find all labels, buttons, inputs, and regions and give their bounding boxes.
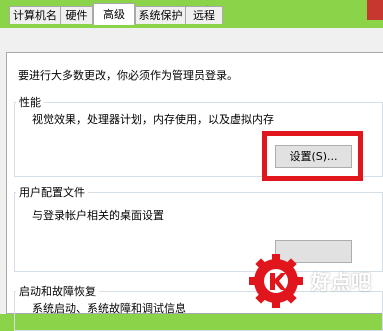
user-profiles-label: 用户配置文件 — [16, 184, 88, 200]
close-button[interactable] — [367, 0, 383, 20]
tab-system-protection[interactable]: 系统保护 — [135, 6, 186, 24]
user-profiles-description: 与登录帐户相关的桌面设置 — [32, 209, 164, 222]
gear-logo-icon — [249, 254, 303, 308]
tab-remote[interactable]: 远程 — [185, 6, 223, 24]
admin-notice: 要进行大多数更改，你必须作为管理员登录。 — [18, 69, 238, 82]
tab-computer-name[interactable]: 计算机名 — [9, 6, 61, 24]
tab-advanced[interactable]: 高级 — [93, 3, 135, 25]
watermark-text: 好点吧 — [311, 270, 371, 294]
performance-description: 视觉效果，处理器计划，内存使用，以及虚拟内存 — [32, 113, 274, 126]
startup-recovery-label: 启动和故障恢复 — [16, 283, 99, 299]
tab-strip — [0, 28, 383, 52]
highlight-box — [262, 131, 363, 181]
performance-label: 性能 — [16, 94, 44, 110]
tab-hardware[interactable]: 硬件 — [60, 6, 93, 24]
